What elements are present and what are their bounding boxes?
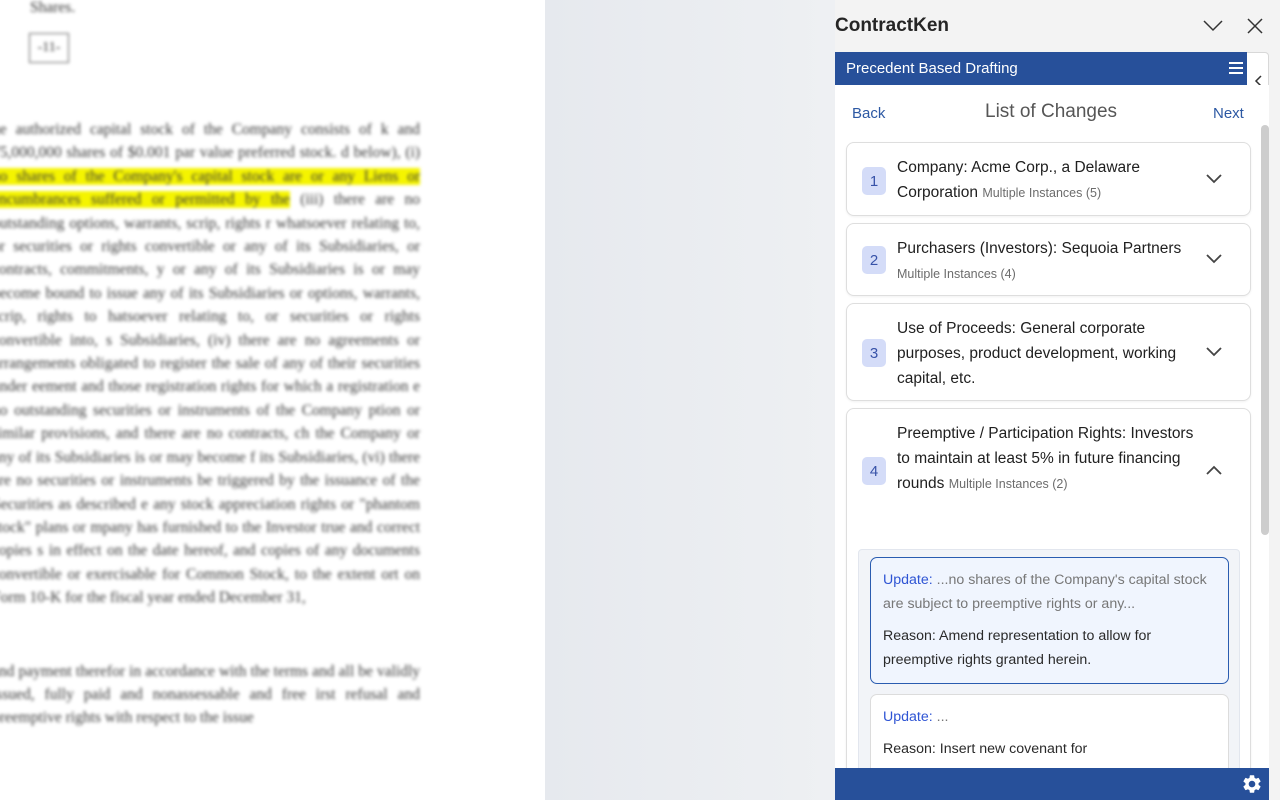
doc-pre-line: Shares. <box>30 0 76 16</box>
back-link[interactable]: Back <box>852 105 885 122</box>
chevron-down-icon <box>1206 347 1222 357</box>
expand-button[interactable] <box>1203 248 1225 270</box>
chevron-up-icon <box>1206 465 1222 475</box>
change-number-badge: 4 <box>862 457 886 485</box>
document-text: Shares. -11- he authorized capital stock… <box>0 0 420 730</box>
update-text: ... <box>932 709 949 725</box>
expand-button[interactable] <box>1203 168 1225 190</box>
update-reason: Reason: Insert new covenant for <box>883 741 1088 757</box>
hamburger-menu-icon <box>1229 62 1243 74</box>
doc-paragraph-1: he authorized capital stock of the Compa… <box>0 118 420 610</box>
instances-count: Multiple Instances (2) <box>948 477 1068 491</box>
change-card-1[interactable]: 1 Company: Acme Corp., a Delaware Corpor… <box>846 142 1251 216</box>
change-card-4[interactable]: 4 Preemptive / Participation Rights: Inv… <box>846 408 1251 768</box>
change-text: Use of Proceeds: General corporate purpo… <box>897 320 1177 387</box>
update-key: Update: <box>883 572 933 588</box>
pane-title: ContractKen <box>835 15 950 36</box>
instances-count: Multiple Instances (4) <box>897 267 1016 281</box>
settings-button[interactable] <box>1241 773 1263 795</box>
chevron-down-icon <box>1206 254 1222 264</box>
doc-paragraph-2: and payment therefor in accordance with … <box>0 662 420 727</box>
updates-list: Update: ...no shares of the Company's ca… <box>858 549 1240 768</box>
chevron-down-icon <box>1203 20 1223 32</box>
mode-label: Precedent Based Drafting <box>846 60 1018 77</box>
update-item-2[interactable]: Update: ... Reason: Insert new covenant … <box>870 694 1229 768</box>
page-number: -11- <box>29 33 69 63</box>
update-key: Update: <box>883 709 933 725</box>
list-title: List of Changes <box>985 101 1118 122</box>
close-pane-button[interactable] <box>1241 12 1269 40</box>
gear-icon <box>1243 775 1261 793</box>
expand-button[interactable] <box>1203 341 1225 363</box>
scrollbar[interactable] <box>1261 125 1269 535</box>
instances-count: Multiple Instances (5) <box>982 186 1102 200</box>
chevron-down-icon <box>1206 174 1222 184</box>
change-text: Purchasers (Investors): Sequoia Partners… <box>897 240 1182 281</box>
collapse-button[interactable] <box>1203 459 1225 481</box>
change-number-badge: 3 <box>862 339 886 367</box>
collapse-pane-button[interactable] <box>1199 12 1227 40</box>
menu-button[interactable] <box>1227 59 1245 77</box>
contractken-pane: ContractKen Precedent Based Drafting Bac… <box>835 0 1280 800</box>
mode-bar: Precedent Based Drafting <box>835 52 1247 85</box>
changes-content: Back List of Changes Next 1 Company: Acm… <box>835 85 1269 768</box>
workspace-background <box>545 0 835 800</box>
document-area: Shares. -11- he authorized capital stock… <box>0 0 545 800</box>
change-number-badge: 2 <box>862 246 886 274</box>
footer-bar <box>835 768 1269 800</box>
close-icon <box>1247 18 1263 34</box>
update-reason: Reason: Amend representation to allow fo… <box>883 628 1152 668</box>
next-link[interactable]: Next <box>1213 105 1244 122</box>
change-number-badge: 1 <box>862 167 886 195</box>
change-card-3[interactable]: 3 Use of Proceeds: General corporate pur… <box>846 303 1251 401</box>
pane-header: ContractKen <box>835 0 1280 52</box>
update-item-1[interactable]: Update: ...no shares of the Company's ca… <box>870 557 1229 684</box>
change-card-2[interactable]: 2 Purchasers (Investors): Sequoia Partne… <box>846 223 1251 296</box>
change-text: Company: Acme Corp., a Delaware Corporat… <box>897 159 1140 201</box>
change-text: Preemptive / Participation Rights: Inves… <box>897 425 1194 492</box>
